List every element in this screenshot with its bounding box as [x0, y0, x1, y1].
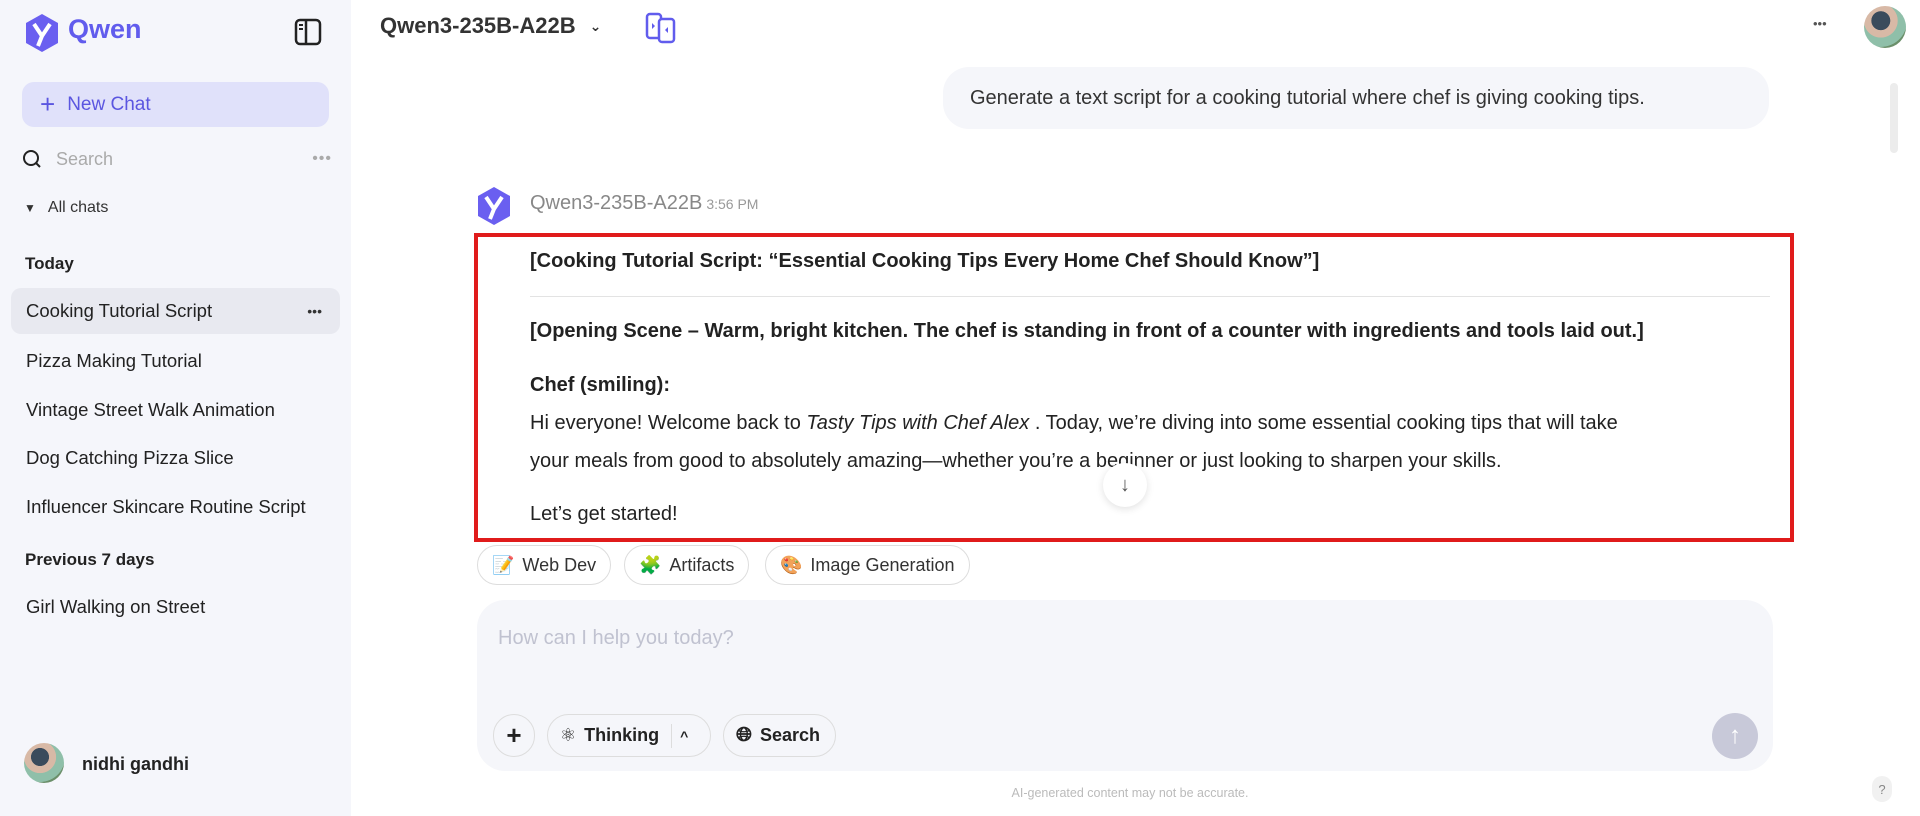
text: . Today, we’re diving into some essentia…: [1029, 412, 1618, 434]
compare-models-icon[interactable]: [645, 12, 677, 44]
more-icon[interactable]: •••: [307, 303, 322, 319]
new-chat-button[interactable]: + New Chat: [22, 82, 329, 127]
input-placeholder: How can I help you today?: [498, 627, 734, 649]
chevron-down-icon: ▼: [24, 201, 36, 215]
send-button[interactable]: ↑: [1712, 713, 1758, 759]
plus-icon: +: [40, 89, 56, 119]
chat-item-label: Girl Walking on Street: [26, 596, 206, 617]
new-chat-label: New Chat: [67, 93, 151, 115]
plus-icon: +: [506, 720, 522, 750]
puzzle-icon: 🧩: [639, 554, 662, 575]
chip-artifacts[interactable]: 🧩 Artifacts: [624, 545, 750, 585]
chat-item[interactable]: Cooking Tutorial Script •••: [11, 288, 340, 334]
paragraph-line: your meals from good to absolutely amazi…: [530, 450, 1502, 472]
chip-label: Image Generation: [810, 554, 955, 575]
attach-button[interactable]: +: [493, 714, 535, 757]
arrow-up-icon: ↑: [1729, 722, 1741, 749]
more-options-icon[interactable]: •••: [1813, 16, 1827, 31]
scroll-down-button[interactable]: ↓: [1103, 463, 1147, 507]
show-name: Tasty Tips with Chef Alex: [806, 412, 1030, 434]
divider: [530, 296, 1770, 297]
model-name: Qwen3-235B-A22B: [380, 13, 576, 38]
script-title: [Cooking Tutorial Script: “Essential Coo…: [530, 250, 1320, 272]
chat-item[interactable]: Vintage Street Walk Animation: [11, 387, 340, 433]
user-name[interactable]: nidhi gandhi: [82, 754, 189, 775]
section-previous-7-days: Previous 7 days: [25, 550, 155, 569]
message-time: 3:56 PM: [706, 196, 759, 212]
account-avatar[interactable]: [1864, 6, 1906, 48]
more-icon[interactable]: •••: [312, 150, 332, 168]
chip-label: Web Dev: [522, 554, 597, 575]
scene-direction: [Opening Scene – Warm, bright kitchen. T…: [530, 320, 1644, 342]
chip-image-generation[interactable]: 🎨 Image Generation: [765, 545, 970, 585]
sidebar: Qwen + New Chat Search ••• ▼ All chats Tod…: [0, 0, 351, 816]
user-avatar[interactable]: [24, 743, 64, 783]
section-today: Today: [25, 254, 74, 273]
thinking-toggle[interactable]: ⚛ Thinking ^: [547, 714, 711, 757]
chevron-up-icon[interactable]: ^: [680, 728, 688, 744]
chat-item-label: Cooking Tutorial Script: [26, 300, 213, 321]
text: Hi everyone! Welcome back to: [530, 412, 807, 434]
search-icon: [23, 150, 41, 168]
model-selector[interactable]: Qwen3-235B-A22B ⌄: [380, 13, 601, 39]
all-chats-toggle[interactable]: ▼ All chats: [24, 199, 108, 217]
pencil-icon: 📝: [492, 554, 515, 575]
search-label: Search: [760, 725, 821, 745]
qwen-logo-icon: [26, 14, 58, 52]
search-placeholder: Search: [56, 148, 114, 169]
scrollbar[interactable]: [1890, 83, 1898, 153]
chat-item[interactable]: Dog Catching Pizza Slice: [11, 435, 340, 481]
chip-web-dev[interactable]: 📝 Web Dev: [477, 545, 612, 585]
sidebar-toggle-icon[interactable]: [294, 18, 322, 46]
atom-icon: ⚛: [560, 725, 577, 745]
chat-item-label: Influencer Skincare Routine Script: [26, 496, 306, 517]
chat-item-label: Vintage Street Walk Animation: [26, 399, 275, 420]
all-chats-label: All chats: [47, 199, 109, 216]
globe-icon: 🌐︎: [736, 724, 752, 746]
paragraph-line: Hi everyone! Welcome back to Tasty Tips …: [530, 412, 1618, 435]
chat-item-label: Dog Catching Pizza Slice: [26, 447, 234, 468]
assistant-avatar-icon: [478, 187, 510, 225]
thinking-label: Thinking: [584, 725, 660, 745]
user-message: Generate a text script for a cooking tut…: [943, 67, 1769, 129]
chip-label: Artifacts: [669, 554, 735, 575]
assistant-name: Qwen3-235B-A22B: [530, 192, 703, 214]
chat-item[interactable]: Girl Walking on Street: [11, 584, 340, 630]
search-toggle[interactable]: 🌐︎ Search: [723, 714, 836, 757]
separator: [671, 723, 673, 748]
disclaimer: AI-generated content may not be accurate…: [1011, 786, 1249, 800]
chat-item[interactable]: Influencer Skincare Routine Script: [11, 484, 340, 530]
search-input[interactable]: Search •••: [22, 146, 332, 172]
user-message-text: Generate a text script for a cooking tut…: [970, 86, 1645, 109]
speaker-label: Chef (smiling):: [530, 374, 670, 396]
arrow-down-icon: ↓: [1120, 473, 1130, 496]
chat-item[interactable]: Pizza Making Tutorial: [11, 338, 340, 384]
chat-item-label: Pizza Making Tutorial: [26, 350, 202, 371]
palette-icon: 🎨: [780, 554, 803, 575]
brand-name: Qwen: [68, 14, 142, 44]
chevron-down-icon: ⌄: [589, 17, 602, 34]
closing-line: Let’s get started!: [530, 503, 678, 525]
help-button[interactable]: ?: [1872, 776, 1892, 802]
assistant-header: Qwen3-235B-A22B 3:56 PM: [530, 192, 758, 215]
